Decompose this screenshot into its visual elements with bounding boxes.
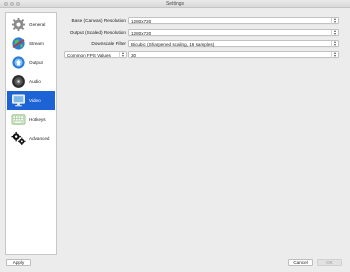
title-bar: Settings [0, 0, 350, 8]
downscale-filter-label: Downscale Filter [91, 41, 126, 46]
base-resolution-combo[interactable]: 1280x720 ▴ ▾ [128, 17, 339, 24]
sidebar-item-label: Output [29, 60, 43, 65]
settings-sidebar: General Stream Output Audio Video Hotkey… [5, 12, 57, 255]
sidebar-item-stream[interactable]: Stream [7, 34, 55, 53]
downscale-filter-value: Bicubic (Sharpened scaling, 16 samples) [131, 41, 215, 47]
apply-button[interactable]: Apply [6, 259, 31, 266]
downscale-filter-select[interactable]: Bicubic (Sharpened scaling, 16 samples) … [128, 40, 339, 47]
sidebar-item-hotkeys[interactable]: Hotkeys [7, 110, 55, 129]
fps-type-value: Common FPS Values [67, 52, 111, 58]
base-resolution-value: 1280x720 [131, 18, 152, 24]
gears-icon [11, 131, 26, 146]
chevron-updown-icon: ▴ ▾ [331, 40, 338, 47]
sidebar-item-advanced[interactable]: Advanced [7, 129, 55, 148]
output-icon [12, 56, 25, 69]
sidebar-item-label: Advanced [29, 136, 50, 141]
chevron-updown-icon: ▴ ▾ [331, 17, 338, 24]
sidebar-item-general[interactable]: General [7, 15, 55, 34]
keyboard-icon [11, 114, 26, 125]
window-title: Settings [165, 0, 185, 7]
ok-button[interactable]: OK [317, 259, 342, 266]
gear-icon [11, 17, 26, 32]
globe-icon [12, 37, 25, 50]
fps-type-select[interactable]: Common FPS Values ▴ ▾ [64, 51, 127, 58]
settings-window: Settings General Stream Output Audio Vid… [0, 0, 350, 272]
output-resolution-value: 1280x720 [131, 30, 152, 36]
sidebar-item-label: Audio [29, 79, 41, 84]
sidebar-item-video[interactable]: Video [7, 91, 55, 110]
chevron-updown-icon: ▴ ▾ [331, 29, 338, 36]
speaker-icon [12, 75, 25, 88]
monitor-icon [12, 94, 25, 107]
chevron-updown-icon: ▴ ▾ [119, 51, 126, 58]
sidebar-item-label: Stream [29, 41, 44, 46]
output-resolution-label: Output (Scaled) Resolution [69, 30, 126, 35]
fps-value-combo[interactable]: 30 ▴ ▾ [128, 51, 339, 58]
sidebar-item-label: Video [29, 98, 41, 103]
sidebar-item-audio[interactable]: Audio [7, 72, 55, 91]
base-resolution-label: Base (Canvas) Resolution [71, 18, 126, 23]
fps-value: 30 [131, 52, 137, 58]
sidebar-item-label: Hotkeys [29, 117, 46, 122]
output-resolution-combo[interactable]: 1280x720 ▴ ▾ [128, 29, 339, 36]
chevron-updown-icon: ▴ ▾ [331, 51, 338, 58]
sidebar-item-label: General [29, 22, 46, 27]
cancel-button[interactable]: Cancel [288, 259, 313, 266]
sidebar-item-output[interactable]: Output [7, 53, 55, 72]
